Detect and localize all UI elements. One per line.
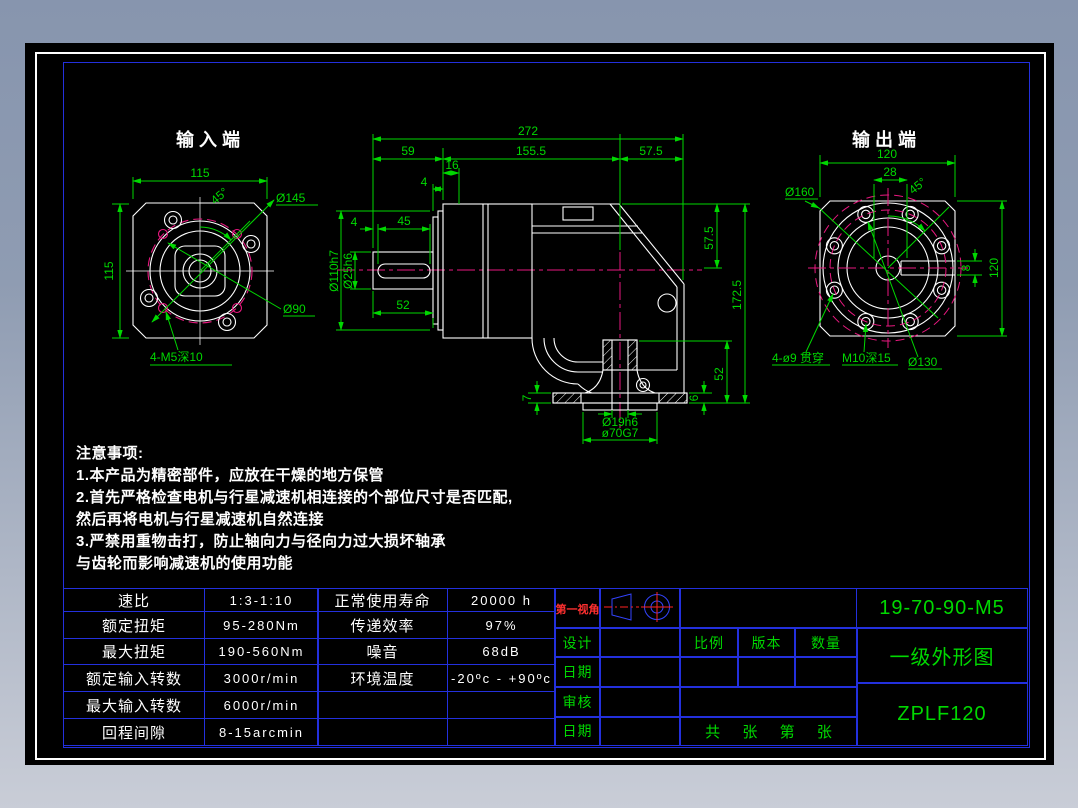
dim-side-spigot: ø70G7 (602, 426, 639, 440)
dim-output-holes-tapped: M10深15 (842, 351, 891, 365)
output-view-title: 输出端 (852, 130, 921, 150)
dim-output-flange-dia: Ø160 (785, 185, 815, 199)
side-view: 272 59 155.5 57.5 16 4 4 45 52 Ø110h7 Ø2… (327, 124, 750, 444)
dim-side-4a: 4 (421, 175, 428, 189)
note-line: 1.本产品为精密部件，应放在干燥的地方保管 (76, 467, 385, 484)
first-angle-projection-icon (604, 592, 673, 622)
dim-side-total: 272 (518, 124, 538, 138)
dim-side-16: 16 (445, 158, 459, 172)
dim-side-45: 45 (397, 214, 411, 228)
input-view: 115 115 45° Ø145 Ø90 4-M5深10 (102, 166, 318, 366)
output-view: 120 28 45° Ø160 Ø130 4-ø9 贯穿 M10深15 8 12… (772, 147, 1007, 370)
cad-sheet-window: 输入端 输出端 注意事项: 1.本产品为精密部件，应放在干燥的地方保管 2.首先… (0, 0, 1078, 808)
dim-side-shaft-dia: Ø25h6 (341, 253, 355, 289)
note-line: 与齿轮而影响减速机的使用功能 (76, 555, 294, 572)
dim-input-flange-dia: Ø145 (276, 191, 306, 205)
notes-block: 注意事项: 1.本产品为精密部件，应放在干燥的地方保管 2.首先严格检查电机与行… (76, 443, 513, 575)
dim-output-key-w: 8 (959, 264, 973, 271)
input-view-title: 输入端 (176, 130, 245, 150)
dim-input-holes: 4-M5深10 (150, 350, 203, 364)
dim-output-holes-through: 4-ø9 贯穿 (772, 350, 824, 365)
note-line: 2.首先严格检查电机与行星减速机相连接的个部位尺寸是否匹配, (76, 489, 513, 506)
dim-side-57: 57.5 (702, 226, 716, 250)
dim-input-width: 115 (190, 166, 209, 180)
dim-side-seg1: 59 (401, 144, 415, 158)
dim-input-height: 115 (102, 261, 116, 280)
dim-output-bolt-circle: Ø130 (908, 355, 938, 369)
dim-side-seg2: 155.5 (516, 144, 546, 158)
dim-input-inner-dia: Ø90 (283, 302, 306, 316)
dim-side-6: 6 (687, 394, 701, 401)
dim-output-key-len: 28 (883, 165, 897, 179)
dim-input-angle: 45° (208, 185, 231, 208)
dim-side-seg3: 57.5 (639, 144, 663, 158)
dim-output-angle: 45° (906, 175, 929, 197)
dim-side-52: 52 (712, 367, 726, 381)
dim-side-4b: 4 (351, 215, 358, 229)
note-line: 然后再将电机与行星减速机自然连接 (76, 511, 325, 528)
dim-side-7: 7 (520, 394, 534, 401)
dim-output-height: 120 (987, 258, 1001, 278)
dim-side-shaft-len: 52 (396, 298, 410, 312)
dim-side-172: 172.5 (730, 280, 744, 310)
dim-side-flange-dia: Ø110h7 (327, 250, 341, 292)
notes-title: 注意事项: (76, 445, 144, 462)
note-line: 3.严禁用重物击打，防止轴向力与径向力过大损坏轴承 (76, 533, 447, 550)
drawing-layer: 115 115 45° Ø145 Ø90 4-M5深10 272 59 155.… (102, 124, 1007, 622)
